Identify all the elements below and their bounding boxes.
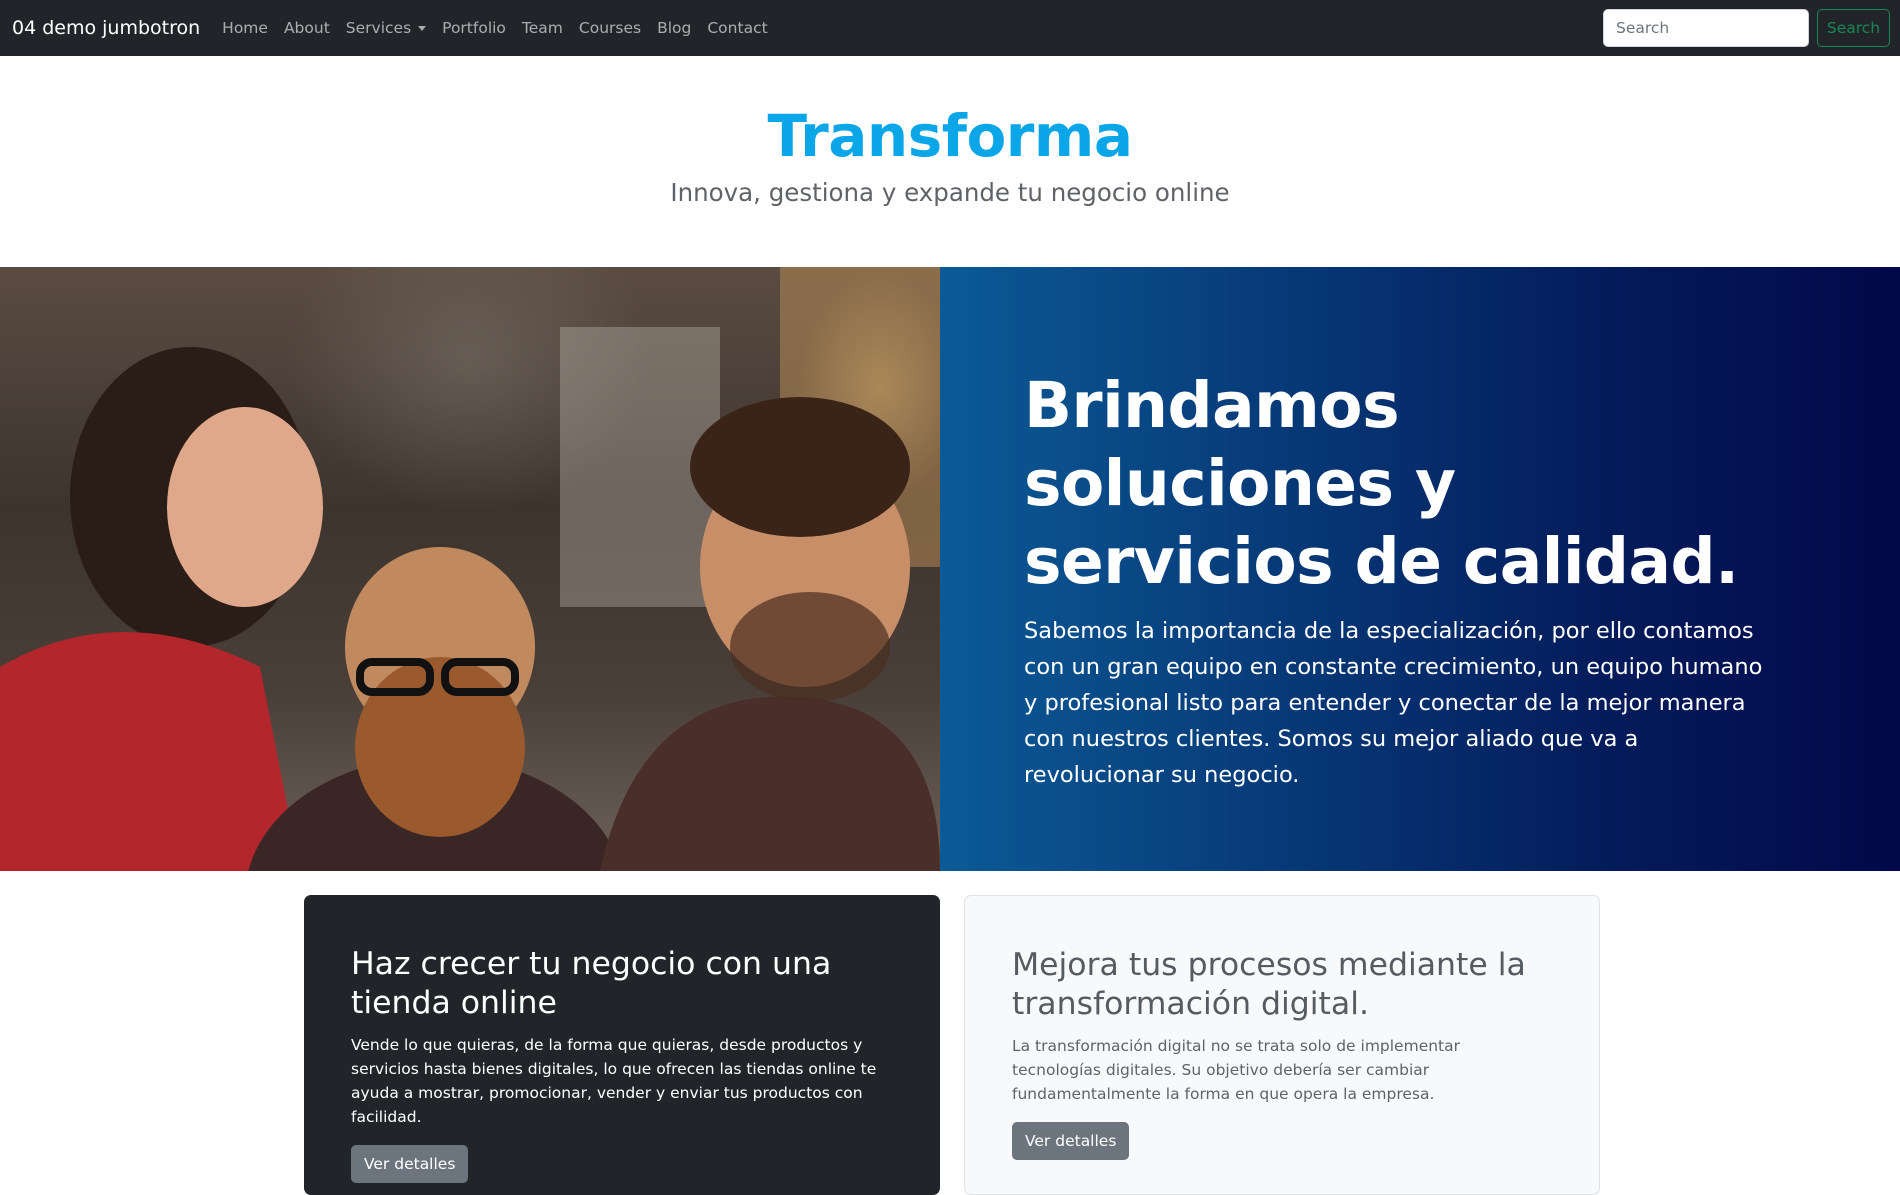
digital-transformation-card: Mejora tus procesos mediante la transfor… (964, 895, 1600, 1195)
caret-down-icon (418, 25, 427, 31)
banner-copy: Brindamos soluciones y servicios de cali… (940, 267, 1900, 871)
search-form: Search (1603, 9, 1890, 47)
nav-link-home[interactable]: Home (214, 19, 276, 37)
online-store-card: Haz crecer tu negocio con una tienda onl… (304, 895, 940, 1195)
search-button[interactable]: Search (1817, 9, 1890, 47)
nav-link-services-label: Services (345, 19, 412, 37)
card-title: Haz crecer tu negocio con una tienda onl… (351, 946, 832, 1021)
nav-link-blog[interactable]: Blog (649, 19, 699, 37)
page-title: Transforma (767, 102, 1133, 170)
team-photo (0, 267, 940, 871)
nav-link-courses[interactable]: Courses (571, 19, 649, 37)
card-text: La transformación digital no se trata so… (1012, 1037, 1461, 1103)
banner-text: Sabemos la importancia de la especializa… (1024, 618, 1763, 788)
nav-link-team[interactable]: Team (514, 19, 571, 37)
banner-heading: Brindamos soluciones y servicios de cali… (1024, 369, 1739, 598)
search-input[interactable] (1603, 9, 1809, 47)
nav-link-services-dropdown[interactable]: Services (338, 19, 434, 37)
nav-link-contact[interactable]: Contact (699, 19, 775, 37)
view-details-button[interactable]: Ver detalles (351, 1145, 469, 1183)
nav-links: Home About Services Portfolio Team Cours… (214, 19, 776, 37)
nav-link-about[interactable]: About (276, 19, 338, 37)
nav-link-portfolio[interactable]: Portfolio (434, 19, 514, 37)
view-details-button[interactable]: Ver detalles (1012, 1122, 1130, 1160)
page-subtitle: Innova, gestiona y expande tu negocio on… (670, 178, 1230, 207)
card-title: Mejora tus procesos mediante la transfor… (1012, 947, 1526, 1022)
navbar-brand[interactable]: 04 demo jumbotron (12, 17, 200, 39)
team-photo-illustration (0, 267, 940, 871)
feature-banner: Brindamos soluciones y servicios de cali… (0, 267, 1900, 871)
card-text: Vende lo que quieras, de la forma que qu… (351, 1036, 877, 1126)
top-navbar: 04 demo jumbotron Home About Services Po… (0, 0, 1900, 56)
